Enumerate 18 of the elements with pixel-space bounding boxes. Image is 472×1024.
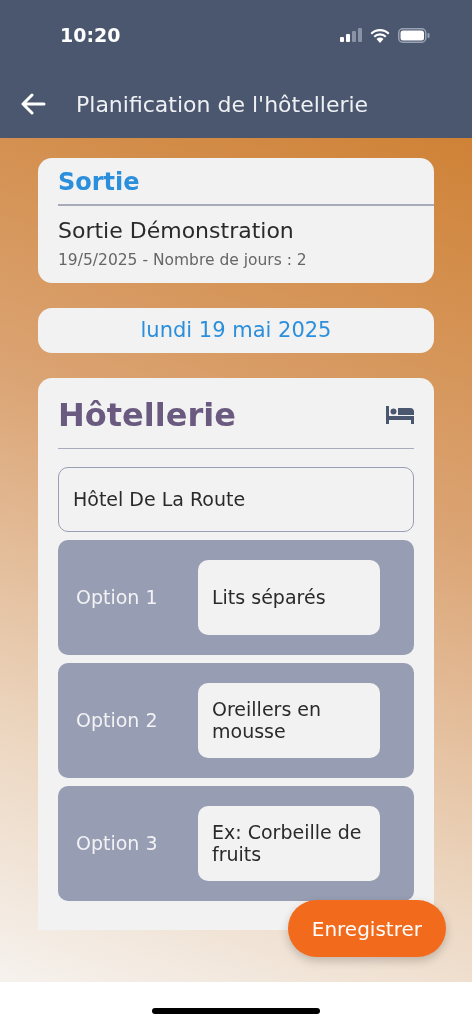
hotel-name-field[interactable]: Hôtel De La Route — [58, 466, 414, 532]
wifi-icon — [370, 27, 390, 43]
option-field[interactable]: Oreillers en mousse — [198, 682, 380, 758]
back-arrow-icon[interactable] — [20, 93, 46, 115]
outing-name: Sortie Démonstration — [58, 217, 295, 243]
outing-details: 19/5/2025 - Nombre de jours : 2 — [58, 250, 308, 269]
option-label: Option 1 — [76, 586, 159, 608]
option-label: Option 3 — [76, 832, 159, 854]
option-field[interactable]: Lits séparés — [198, 559, 380, 635]
option-field[interactable]: Ex: Corbeille de fruits — [198, 805, 380, 881]
section-title: Hôtellerie — [58, 395, 236, 434]
status-time: 10:20 — [60, 24, 121, 46]
option-label: Option 2 — [76, 709, 159, 731]
bed-icon — [386, 405, 414, 424]
screen-title: Planification de l'hôtellerie — [76, 91, 369, 117]
battery-icon — [398, 27, 430, 43]
outing-heading: Sortie — [58, 168, 141, 198]
signal-icon — [340, 28, 362, 42]
